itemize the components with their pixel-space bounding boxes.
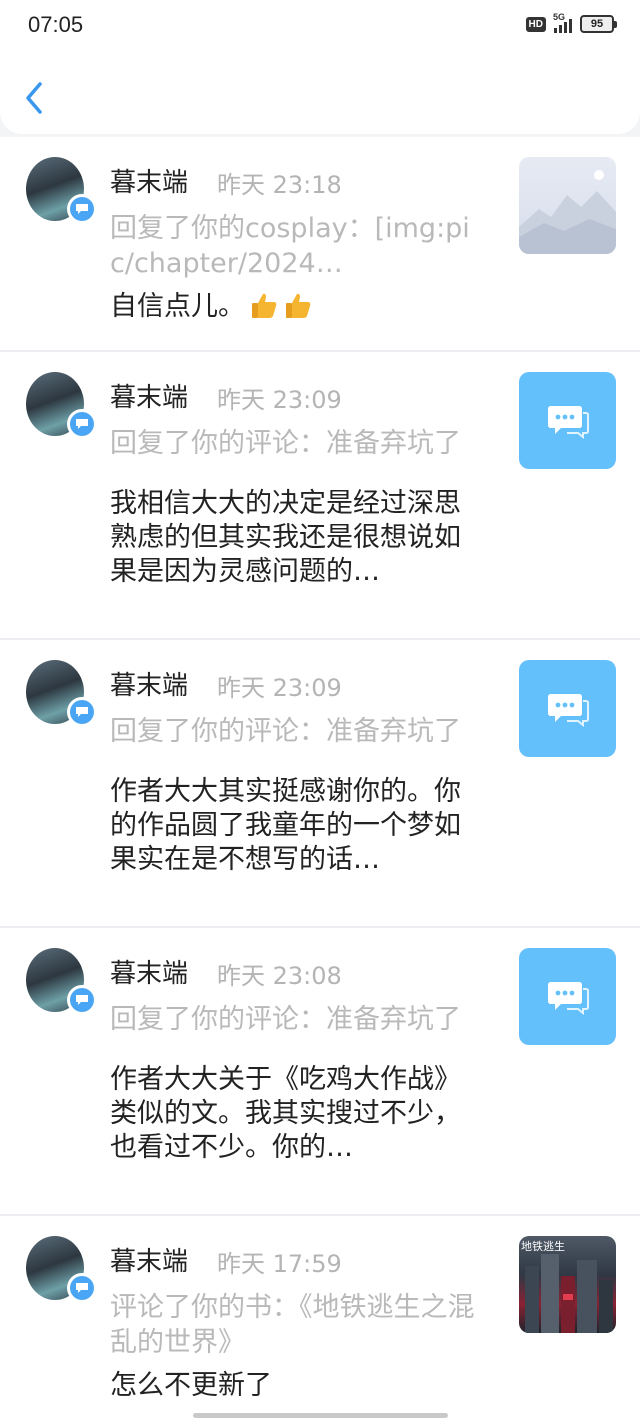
comment-badge-icon bbox=[67, 194, 97, 224]
message-time: 昨天 23:08 bbox=[217, 962, 342, 990]
message-time: 昨天 23:09 bbox=[217, 674, 342, 702]
home-indicator[interactable] bbox=[193, 1413, 448, 1418]
network-type: 5G bbox=[553, 12, 566, 22]
book-cover-thumbnail[interactable]: 地铁逃生 bbox=[519, 1236, 616, 1333]
message-text-content: 自信点儿。 bbox=[110, 291, 245, 322]
cosplay-thumbnail[interactable] bbox=[519, 157, 616, 254]
message-time: 昨天 17:59 bbox=[217, 1250, 342, 1278]
user-name[interactable]: 暮末端 bbox=[110, 1241, 188, 1278]
comment-badge-icon bbox=[67, 697, 97, 727]
message-text[interactable]: 我相信大大的决定是经过深思熟虑的但其实我还是很想说如果是因为灵感问题的… bbox=[110, 487, 482, 589]
comment-badge-icon bbox=[67, 1273, 97, 1303]
landscape-image-icon bbox=[519, 170, 616, 254]
message-row[interactable]: 暮末端 昨天 23:18 回复了你的cosplay：[img:pic/chapt… bbox=[0, 137, 640, 352]
comment-badge-icon bbox=[67, 409, 97, 439]
comment-thumbnail[interactable] bbox=[519, 660, 616, 757]
message-row[interactable]: 暮末端 昨天 23:08 回复了你的评论：准备弃坑了 作者大大关于《吃鸡大作战》… bbox=[0, 928, 640, 1216]
comment-thumbnail[interactable] bbox=[519, 948, 616, 1045]
message-row[interactable]: 暮末端 昨天 17:59 评论了你的书：《地铁逃生之混乱的世界》 怎么不更新了 … bbox=[0, 1216, 640, 1422]
book-reference[interactable]: 评论了你的书：《地铁逃生之混乱的世界》 bbox=[110, 1290, 482, 1360]
message-text[interactable]: 怎么不更新了 bbox=[110, 1369, 482, 1403]
comment-thumbnail[interactable] bbox=[519, 372, 616, 469]
user-name[interactable]: 暮末端 bbox=[110, 953, 188, 990]
thumbs-up-icon bbox=[286, 293, 311, 318]
user-name[interactable]: 暮末端 bbox=[110, 162, 188, 199]
reply-reference[interactable]: 回复了你的评论：准备弃坑了 bbox=[110, 426, 482, 461]
message-time: 昨天 23:18 bbox=[217, 171, 342, 199]
message-text[interactable]: 自信点儿。 bbox=[110, 290, 482, 324]
comment-icon bbox=[547, 693, 589, 727]
thumbs-up-icon bbox=[252, 293, 277, 318]
user-name[interactable]: 暮末端 bbox=[110, 665, 188, 702]
message-row[interactable]: 暮末端 昨天 23:09 回复了你的评论：准备弃坑了 我相信大大的决定是经过深思… bbox=[0, 352, 640, 640]
message-time: 昨天 23:09 bbox=[217, 386, 342, 414]
reply-reference[interactable]: 回复了你的评论：准备弃坑了 bbox=[110, 714, 482, 749]
message-list: 暮末端 昨天 23:18 回复了你的cosplay：[img:pic/chapt… bbox=[0, 137, 640, 1422]
status-time: 07:05 bbox=[28, 12, 84, 37]
comment-badge-icon bbox=[67, 985, 97, 1015]
status-bar: 07:05 HD 5G 95 bbox=[0, 0, 640, 52]
message-text[interactable]: 作者大大其实挺感谢你的。你的作品圆了我童年的一个梦如果实在是不想写的话… bbox=[110, 775, 482, 877]
message-row[interactable]: 暮末端 昨天 23:09 回复了你的评论：准备弃坑了 作者大大其实挺感谢你的。你… bbox=[0, 640, 640, 928]
status-icons: HD 5G 95 bbox=[525, 12, 617, 33]
comment-icon bbox=[547, 405, 589, 439]
back-arrow-icon[interactable] bbox=[22, 80, 50, 116]
message-text[interactable]: 作者大大关于《吃鸡大作战》类似的文。我其实搜过不少，也看过不少。你的… bbox=[110, 1063, 482, 1165]
signal-icon: 5G bbox=[553, 12, 572, 33]
comment-icon bbox=[547, 981, 589, 1015]
reply-reference[interactable]: 回复了你的评论：准备弃坑了 bbox=[110, 1002, 482, 1037]
nav-bar bbox=[0, 52, 640, 134]
hd-icon: HD bbox=[525, 16, 546, 32]
battery-icon: 95 bbox=[580, 15, 617, 33]
book-cover-title: 地铁逃生 bbox=[521, 1240, 565, 1253]
reply-reference[interactable]: 回复了你的cosplay：[img:pic/chapter/2024… bbox=[110, 211, 482, 281]
user-name[interactable]: 暮末端 bbox=[110, 377, 188, 414]
